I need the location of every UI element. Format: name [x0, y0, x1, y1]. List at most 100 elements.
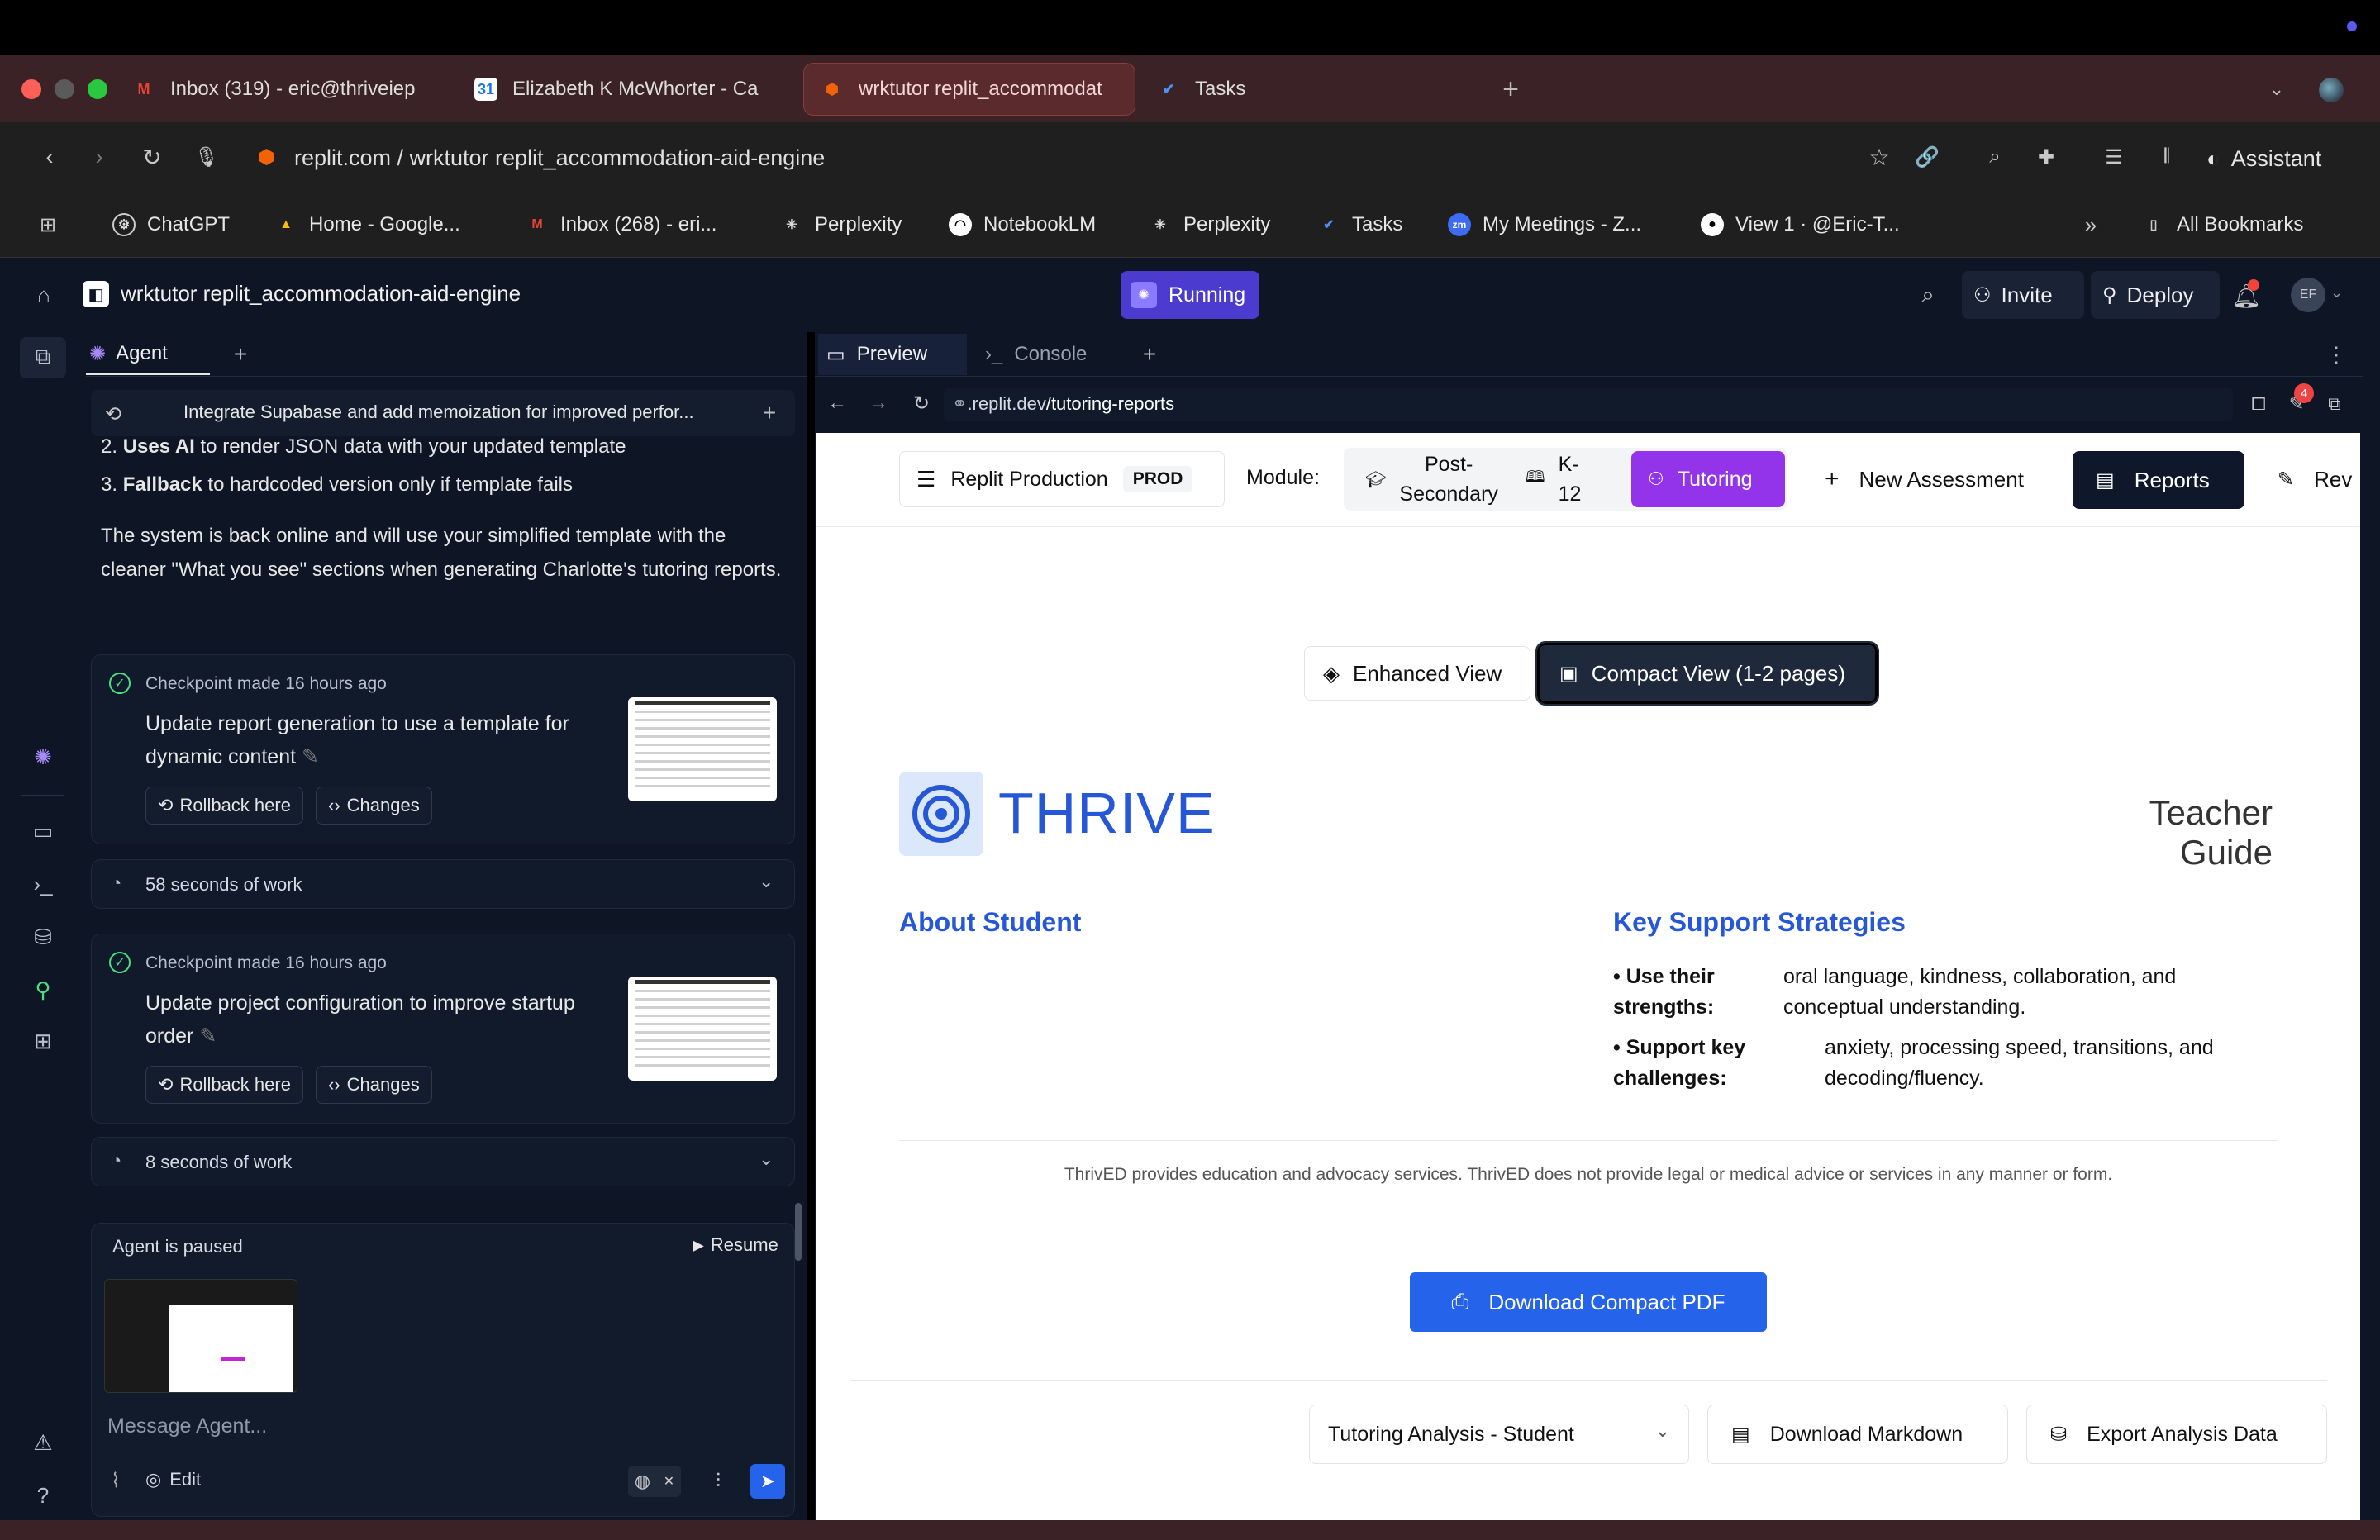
- report-type-select[interactable]: Tutoring Analysis - Student ⌄: [1309, 1405, 1689, 1464]
- edit-pencil-icon[interactable]: ✎: [302, 745, 319, 768]
- bookmark-github[interactable]: ● View 1 · @Eric-T...: [1701, 208, 1900, 241]
- browser-tab-tasks[interactable]: ✔ Tasks: [1157, 66, 1322, 112]
- message-input[interactable]: Message Agent...: [107, 1414, 267, 1438]
- run-status-button[interactable]: ✺ Running: [1121, 271, 1259, 319]
- send-button[interactable]: ➤: [750, 1464, 785, 1499]
- bookmark-google-drive[interactable]: ▲ Home - Google...: [274, 208, 460, 241]
- close-window-button[interactable]: [21, 79, 41, 99]
- reload-icon[interactable]: ↻: [137, 140, 167, 173]
- module-tutoring[interactable]: ⚇ Tutoring: [1631, 451, 1785, 507]
- link-icon[interactable]: 🔗: [1911, 140, 1944, 173]
- lens-icon[interactable]: ⌕: [1978, 140, 2011, 173]
- rollback-button[interactable]: ⟲ Rollback here: [145, 1066, 303, 1104]
- tab-search-chevron-icon[interactable]: ⌄: [2263, 74, 2291, 104]
- extensions-icon[interactable]: ✚: [2030, 140, 2063, 173]
- avatar-chevron-icon[interactable]: ⌄: [2330, 284, 2343, 302]
- settings-sliders-icon[interactable]: ⫶: [704, 1467, 732, 1495]
- bookmark-gmail[interactable]: M Inbox (268) - eri...: [526, 208, 716, 241]
- console-icon[interactable]: ›_: [30, 871, 56, 897]
- agent-scrollbar[interactable]: [795, 1203, 802, 1261]
- zoom-window-button[interactable]: [88, 79, 107, 99]
- module-k12[interactable]: 🕮 K- 12: [1522, 451, 1605, 507]
- preview-back-icon[interactable]: ←: [825, 388, 850, 418]
- reports-button[interactable]: ▤ Reports: [2073, 451, 2244, 509]
- resume-button[interactable]: ▶ Resume: [693, 1234, 778, 1256]
- browser-tab-replit[interactable]: ⬢ wrktutor replit_accommodat: [803, 63, 1135, 116]
- chevron-down-icon[interactable]: ⌄: [759, 871, 774, 892]
- review-button[interactable]: ✎ Rev: [2278, 451, 2360, 507]
- checkpoint-thumbnail[interactable]: [628, 977, 777, 1081]
- edit-mode-button[interactable]: ◎ Edit: [145, 1469, 201, 1490]
- address-text[interactable]: replit.com / wrktutor replit_accommodati…: [294, 145, 825, 171]
- reading-list-icon[interactable]: ☰: [2097, 140, 2130, 173]
- browser-tab-gmail[interactable]: M Inbox (319) - eric@thriveiep: [132, 66, 446, 112]
- invite-button[interactable]: ⚇ Invite: [1962, 271, 2084, 319]
- more-bookmarks-icon[interactable]: »: [2076, 210, 2106, 240]
- attached-screenshot[interactable]: [104, 1279, 298, 1393]
- more-options-icon[interactable]: ⋮: [2324, 339, 2349, 370]
- new-tab-plus-icon[interactable]: +: [226, 339, 255, 370]
- module-post-secondary[interactable]: 🎓︎ Post- Secondary: [1354, 451, 1511, 507]
- all-bookmarks-button[interactable]: ▯ All Bookmarks: [2142, 208, 2304, 241]
- open-new-window-icon[interactable]: ⧉: [2320, 390, 2349, 418]
- rollback-icon: ⟲: [158, 1074, 174, 1095]
- audio-icon[interactable]: 𝄃: [2150, 140, 2183, 173]
- enhanced-view-button[interactable]: ◈ Enhanced View: [1304, 646, 1530, 701]
- preview-reload-icon[interactable]: ↻: [909, 388, 934, 418]
- new-assessment-button[interactable]: + New Assessment: [1825, 451, 2064, 507]
- agent-icon[interactable]: ✺: [30, 744, 56, 770]
- preview-url[interactable]: ⚭.replit.dev/tutoring-reports: [952, 393, 1174, 415]
- download-pdf-button[interactable]: ⎙ Download Compact PDF: [1410, 1272, 1767, 1332]
- changes-button[interactable]: ‹› Changes: [316, 1066, 432, 1104]
- export-data-button[interactable]: ⛁ Export Analysis Data: [2026, 1405, 2327, 1464]
- deploy-button[interactable]: ⚲ Deploy: [2091, 271, 2220, 319]
- bookmark-zoom[interactable]: zm My Meetings - Z...: [1448, 208, 1641, 241]
- bookmark-perplexity-2[interactable]: ✳ Perplexity: [1149, 208, 1270, 241]
- database-icon[interactable]: ⛁: [30, 924, 56, 950]
- history-icon[interactable]: ⟲: [99, 400, 127, 428]
- tab-console[interactable]: ›_ Console: [980, 334, 1129, 375]
- history-title[interactable]: Integrate Supabase and add memoization f…: [183, 402, 712, 423]
- bookmark-star-icon[interactable]: ☆: [1863, 140, 1896, 173]
- chevron-down-icon[interactable]: ⌄: [759, 1148, 774, 1170]
- tab-agent[interactable]: ✺ Agent: [86, 334, 210, 375]
- bookmark-notebooklm[interactable]: ◠ NotebookLM: [949, 208, 1096, 241]
- browser-tab-calendar[interactable]: 31 Elizabeth K McWhorter - Ca: [474, 66, 780, 112]
- changes-button[interactable]: ‹› Changes: [316, 787, 432, 825]
- deployments-icon[interactable]: ⚲: [30, 977, 56, 1003]
- microphone-icon[interactable]: 🎙: [192, 140, 221, 173]
- bookmark-perplexity[interactable]: ✳ Perplexity: [780, 208, 902, 241]
- new-tab-button[interactable]: +: [1496, 73, 1526, 106]
- search-icon[interactable]: ⌕: [1914, 281, 1942, 309]
- minimize-window-button[interactable]: [55, 79, 74, 99]
- checkpoint-thumbnail[interactable]: [628, 697, 777, 801]
- home-icon[interactable]: ⌂: [30, 281, 58, 309]
- project-title[interactable]: wrktutor replit_accommodation-aid-engine: [121, 281, 521, 307]
- environment-selector[interactable]: ☰ Replit Production PROD: [899, 451, 1225, 507]
- attach-paperclip-icon[interactable]: ⌇: [102, 1467, 129, 1494]
- close-icon[interactable]: ✕: [664, 1473, 674, 1490]
- forward-icon[interactable]: ›: [84, 140, 114, 173]
- files-icon[interactable]: ⧉: [30, 344, 56, 370]
- bookmark-chatgpt[interactable]: ⚙ ChatGPT: [112, 208, 230, 241]
- edit-pencil-icon[interactable]: ✎: [199, 1024, 217, 1048]
- preview-forward-icon[interactable]: →: [866, 388, 891, 418]
- new-pane-plus-icon[interactable]: +: [1135, 339, 1164, 370]
- all-tools-icon[interactable]: ⊞: [30, 1028, 56, 1054]
- alerts-icon[interactable]: ⚠: [30, 1429, 56, 1456]
- bookmark-tasks[interactable]: ✔ Tasks: [1317, 208, 1402, 241]
- rollback-button[interactable]: ⟲ Rollback here: [145, 787, 303, 825]
- download-markdown-button[interactable]: ▤ Download Markdown: [1707, 1405, 2008, 1464]
- back-icon[interactable]: ‹: [35, 140, 64, 173]
- web-search-toggle[interactable]: ◍ ✕: [628, 1466, 681, 1497]
- preview-icon[interactable]: ▭: [30, 818, 56, 844]
- help-icon[interactable]: ?: [30, 1482, 56, 1509]
- compact-view-button[interactable]: ▣ Compact View (1-2 pages): [1535, 641, 1879, 706]
- profile-icon[interactable]: [2319, 78, 2344, 102]
- avatar[interactable]: EF: [2291, 278, 2325, 312]
- assistant-button[interactable]: ◐ Assistant: [2206, 142, 2321, 175]
- devices-icon[interactable]: ⧠: [2244, 390, 2273, 418]
- tab-preview[interactable]: ▭ Preview: [818, 334, 967, 375]
- new-chat-plus-icon[interactable]: +: [755, 398, 783, 428]
- apps-grid-icon[interactable]: ⊞: [33, 210, 63, 240]
